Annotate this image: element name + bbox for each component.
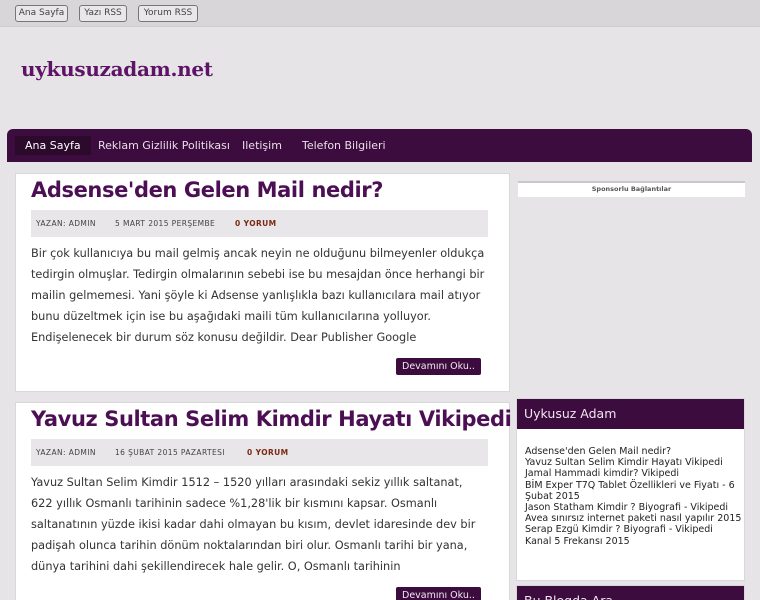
recent-posts-list: Adsense'den Gelen Mail nedir? Yavuz Sult… [517,429,744,547]
top-link-home[interactable]: Ana Sayfa [15,5,68,22]
recent-post-link[interactable]: Yavuz Sultan Selim Kimdir Hayatı Vikiped… [525,457,744,468]
recent-posts-widget: Uykusuz Adam Adsense'den Gelen Mail nedi… [516,398,745,581]
post-excerpt: Yavuz Sultan Selim Kimdir 1512 – 1520 yı… [31,476,476,573]
post-title[interactable]: Adsense'den Gelen Mail nedir? [31,178,383,202]
post-excerpt: Bir çok kullanıcıya bu mail gelmiş ancak… [31,247,485,344]
nav-item-privacy[interactable]: Reklam Gizlilik Politikası [98,136,230,155]
top-bar: Ana Sayfa Yazı RSS Yorum RSS [0,0,760,27]
post-comments-link[interactable]: 0 YORUM [247,439,289,466]
read-more-button[interactable]: Devamını Oku.. [396,358,481,375]
recent-post-link[interactable]: Adsense'den Gelen Mail nedir? [525,446,744,457]
post-date: 5 MART 2015 PERŞEMBE [115,219,216,228]
post-author: YAZAN: ADMIN [36,448,96,457]
post-card: Adsense'den Gelen Mail nedir? YAZAN: ADM… [15,173,510,392]
post-title[interactable]: Yavuz Sultan Selim Kimdir Hayatı Vikiped… [31,407,512,431]
widget-title: Bu Blogda Ara [517,586,744,600]
post-card: Yavuz Sultan Selim Kimdir Hayatı Vikiped… [15,402,512,600]
top-link-posts-rss[interactable]: Yazı RSS [79,5,127,22]
site-title[interactable]: uykusuzadam.net [21,57,213,81]
main-nav: Ana Sayfa Reklam Gizlilik Politikası Ile… [7,129,752,162]
recent-post-link[interactable]: Kanal 5 Frekansı 2015 [525,536,744,547]
read-more-button[interactable]: Devamını Oku.. [396,587,481,600]
post-meta: YAZAN: ADMIN 5 MART 2015 PERŞEMBE 0 YORU… [31,210,488,237]
post-author: YAZAN: ADMIN [36,219,96,228]
nav-item-contact[interactable]: Iletişim [242,136,282,155]
post-date: 16 ŞUBAT 2015 PAZARTESI [115,448,225,457]
recent-post-link[interactable]: Serap Ezgü Kimdir ? Biyografi - Vikipedi [525,524,744,535]
blog-search-widget: Bu Blogda Ara [516,585,745,600]
post-comments-link[interactable]: 0 YORUM [235,210,277,237]
post-meta: YAZAN: ADMIN 16 ŞUBAT 2015 PAZARTESI 0 Y… [31,439,488,466]
nav-item-phone-info[interactable]: Telefon Bilgileri [302,136,386,155]
recent-post-link[interactable]: BİM Exper T7Q Tablet Özellikleri ve Fiya… [525,480,744,502]
sponsored-links: Sponsorlu Bağlantılar [518,181,745,197]
nav-item-home[interactable]: Ana Sayfa [15,136,91,155]
widget-title: Uykusuz Adam [517,399,744,429]
recent-post-link[interactable]: Avea sınırsız internet paketi nasıl yapı… [525,513,744,524]
top-link-comments-rss[interactable]: Yorum RSS [138,5,198,22]
recent-post-link[interactable]: Jamal Hammadi kimdir? Vikipedi [525,468,744,479]
recent-post-link[interactable]: Jason Statham Kimdir ? Biyografi - Vikip… [525,502,744,513]
